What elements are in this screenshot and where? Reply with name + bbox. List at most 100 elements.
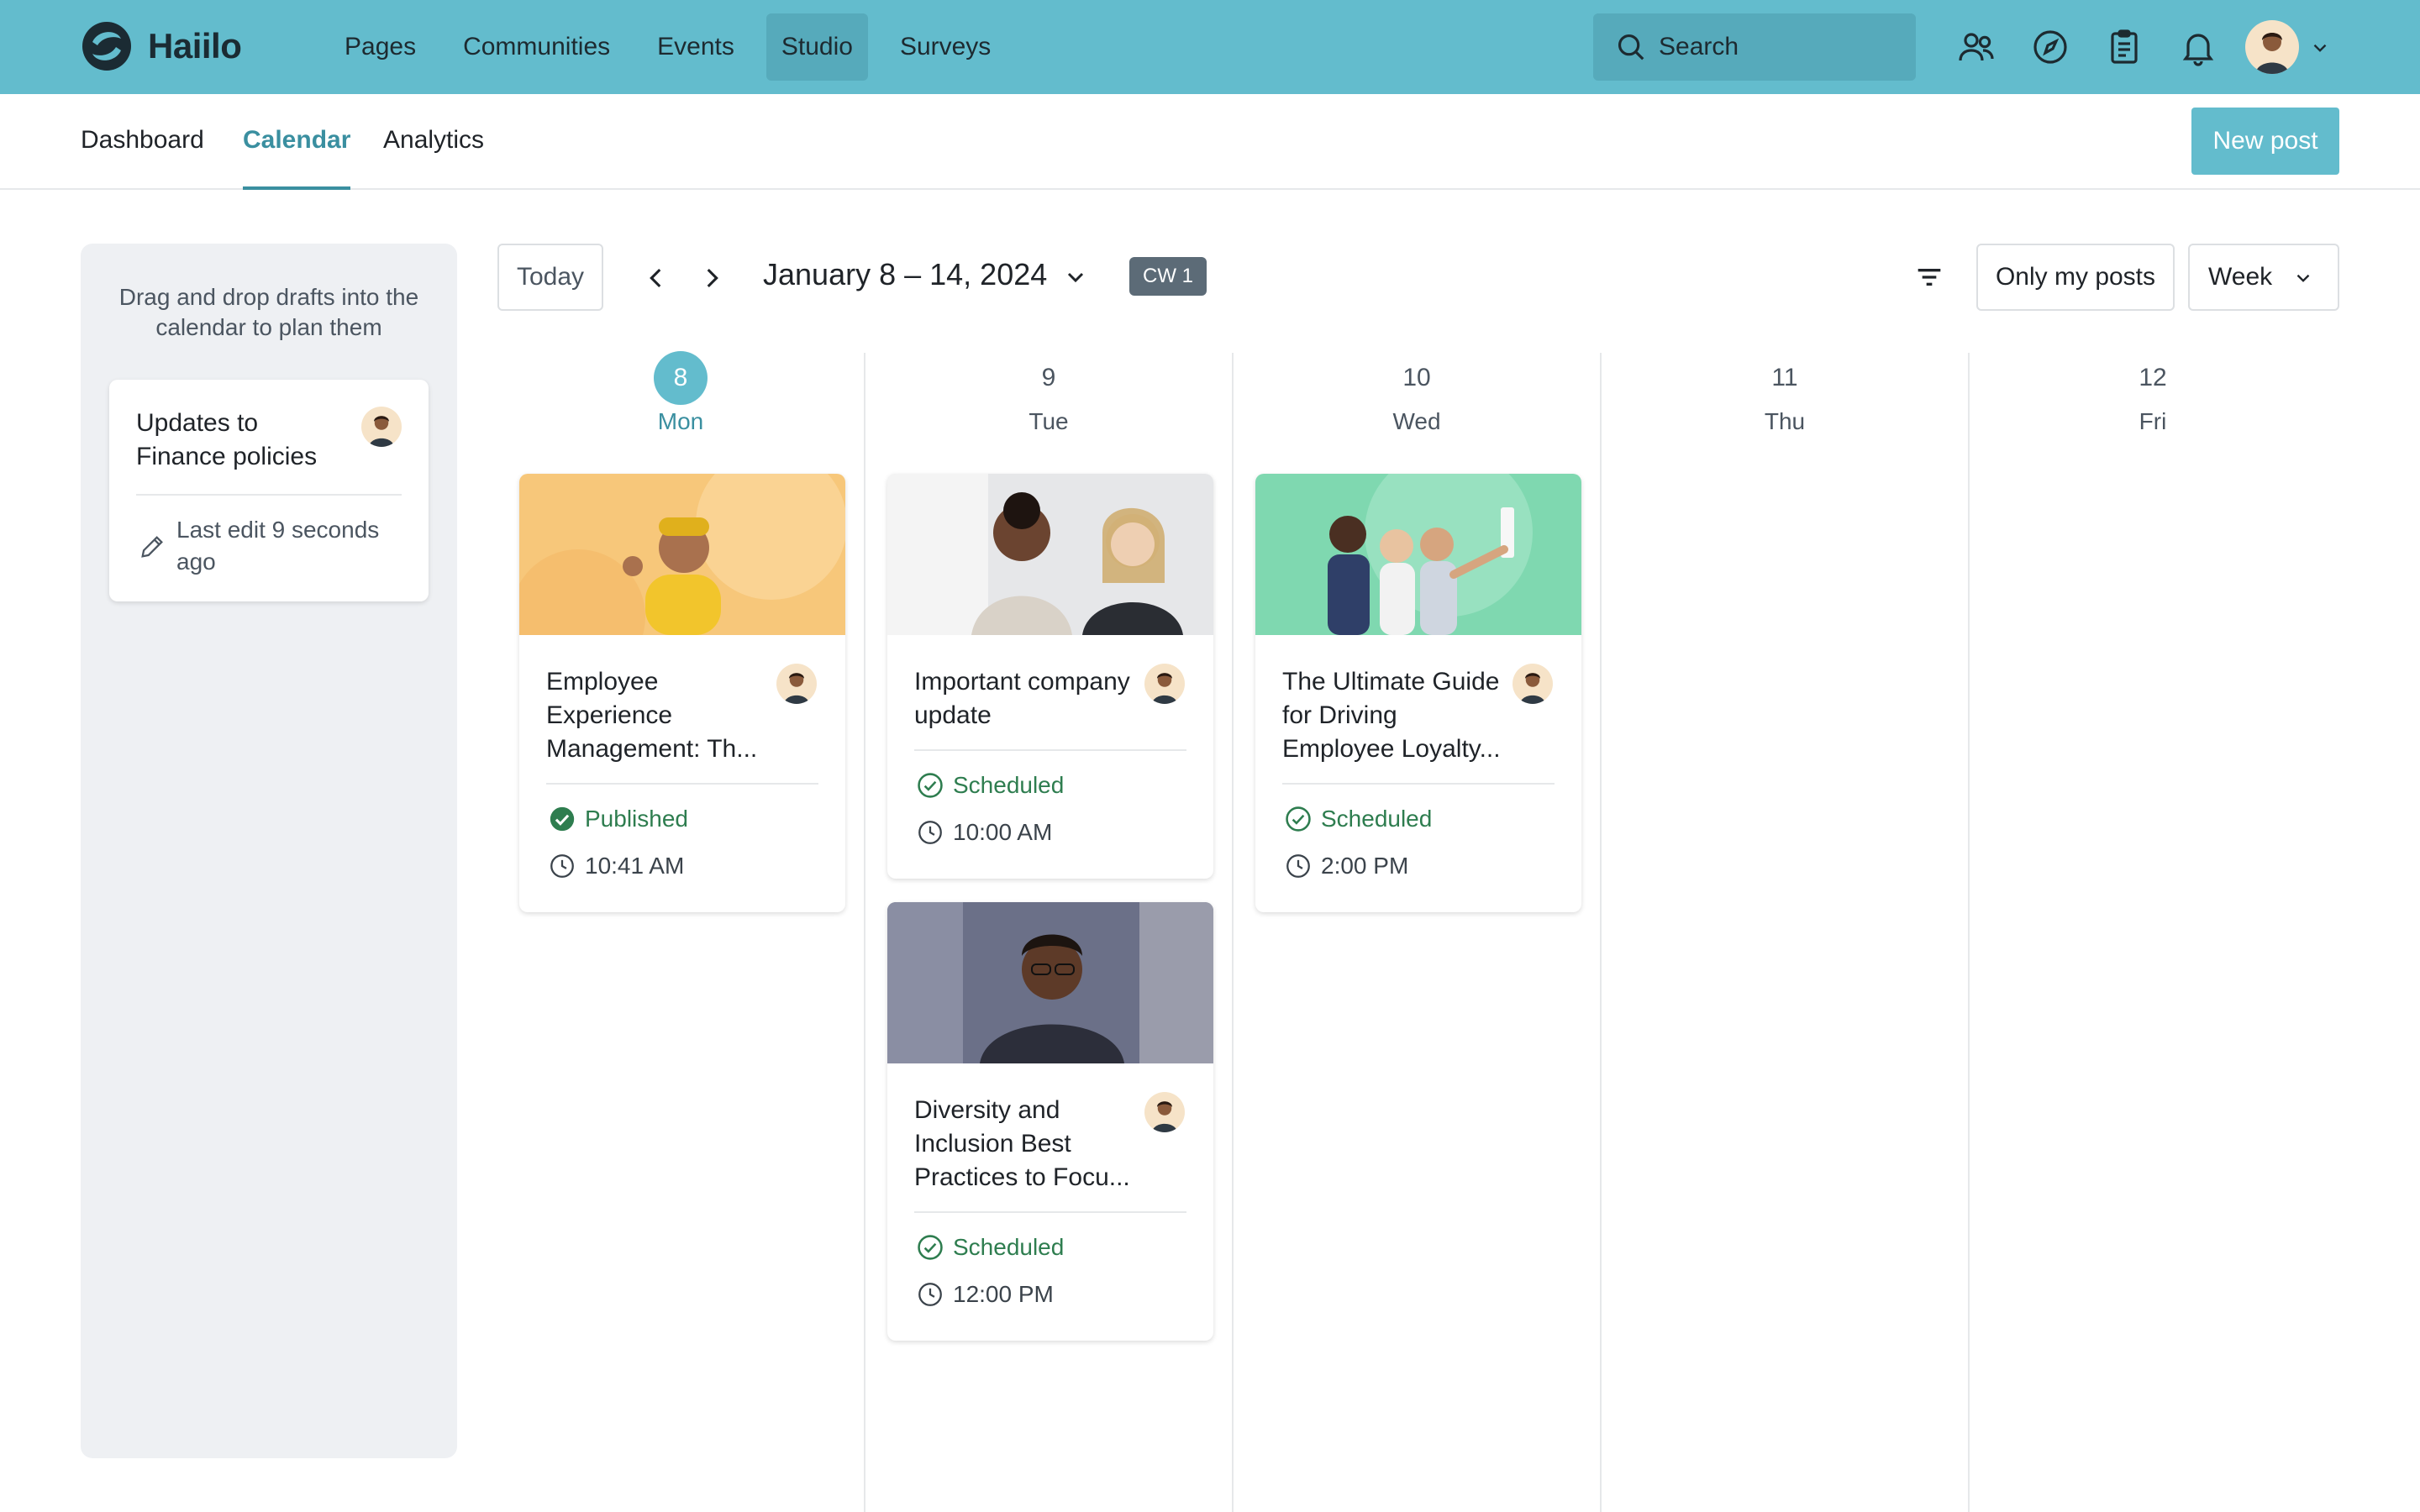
time-label: 12:00 PM: [953, 1281, 1054, 1307]
post-title: Important company update: [914, 668, 1130, 729]
day-number: 10: [1402, 364, 1431, 391]
new-post-button[interactable]: New post: [2191, 108, 2339, 175]
chevron-down-icon: [2296, 274, 2310, 282]
post-title: Employee Experience Management: Th...: [546, 668, 758, 763]
drafts-sidebar: Drag and drop drafts into the calendar t…: [81, 244, 457, 1458]
day-name: Fri: [2139, 408, 2167, 434]
clipboard-icon[interactable]: [2104, 27, 2144, 67]
app-name: Haiilo: [148, 26, 242, 66]
search-icon: [1618, 34, 1644, 60]
draft-last-edit: Last edit 9 seconds ago: [176, 517, 380, 575]
view-select[interactable]: Week: [2188, 244, 2339, 311]
logo[interactable]: Haiilo: [81, 20, 242, 72]
author-avatar: [361, 407, 402, 447]
bell-icon[interactable]: [2178, 27, 2218, 67]
author-avatar: [1144, 664, 1185, 704]
divider: [546, 783, 818, 785]
post-image: [519, 474, 845, 635]
chevron-right-icon[interactable]: [697, 264, 726, 292]
post-image: [887, 902, 1213, 1063]
status-label: Scheduled: [953, 772, 1065, 798]
chevron-down-icon[interactable]: [1062, 264, 1089, 291]
today-button[interactable]: Today: [497, 244, 603, 311]
clock-icon: [918, 821, 942, 844]
status-badge: Scheduled: [1284, 805, 1432, 833]
drafts-hint: Drag and drop drafts into the calendar t…: [118, 284, 419, 340]
post-time: 2:00 PM: [1284, 852, 1408, 880]
column-divider: [864, 353, 865, 1512]
clock-icon: [918, 1283, 942, 1306]
nav-surveys[interactable]: Surveys: [885, 13, 1006, 81]
status-label: Scheduled: [1321, 806, 1433, 832]
author-avatar: [776, 664, 817, 704]
people-icon[interactable]: [1956, 27, 1996, 67]
post-card[interactable]: Diversity and Inclusion Best Practices t…: [887, 902, 1213, 1341]
top-bar: Haiilo Pages Communities Events Studio S…: [0, 0, 2420, 94]
post-card[interactable]: Important company update Scheduled 10:00…: [887, 474, 1213, 879]
nav-studio[interactable]: Studio: [765, 13, 868, 81]
post-image: [887, 474, 1213, 635]
tab-dashboard[interactable]: Dashboard: [81, 126, 204, 190]
post-time: 12:00 PM: [916, 1280, 1054, 1309]
column-divider: [1600, 353, 1602, 1512]
check-circle-icon: [918, 773, 943, 798]
time-label: 10:41 AM: [585, 853, 685, 879]
post-card[interactable]: The Ultimate Guide for Driving Employee …: [1255, 474, 1581, 912]
day-name: Thu: [1764, 408, 1806, 434]
only-my-posts-toggle[interactable]: Only my posts: [1976, 244, 2175, 311]
post-card[interactable]: Employee Experience Management: Th... Pu…: [519, 474, 845, 912]
filter-icon[interactable]: [1912, 260, 1946, 294]
compass-icon[interactable]: [2030, 27, 2070, 67]
date-range[interactable]: January 8 – 14, 2024: [763, 257, 1047, 292]
check-circle-filled-icon: [550, 806, 575, 832]
nav-pages[interactable]: Pages: [329, 13, 431, 81]
search-input[interactable]: Search: [1593, 13, 1916, 81]
divider: [914, 1211, 1186, 1213]
chevron-down-icon[interactable]: [2309, 37, 2331, 59]
status-badge: Scheduled: [916, 771, 1064, 800]
post-title: The Ultimate Guide for Driving Employee …: [1282, 668, 1501, 763]
nav-events[interactable]: Events: [642, 13, 750, 81]
haiilo-logo-icon: [82, 22, 131, 71]
day-header-wed: 10 Wed: [1233, 351, 1601, 435]
clock-icon: [1286, 854, 1310, 878]
draft-card[interactable]: Updates to Finance policies Last edit 9 …: [109, 380, 429, 601]
status-label: Published: [585, 806, 688, 832]
day-header-thu: 11 Thu: [1601, 351, 1969, 435]
search-placeholder: Search: [1659, 33, 1739, 60]
main-nav: Pages Communities Events Studio Surveys: [329, 13, 1023, 81]
column-divider: [1968, 353, 1970, 1512]
check-circle-icon: [1286, 806, 1311, 832]
day-number: 9: [1041, 364, 1056, 391]
author-avatar: [1512, 664, 1553, 704]
chevron-left-icon[interactable]: [642, 264, 671, 292]
divider: [136, 494, 402, 496]
status-badge: Published: [548, 805, 688, 833]
day-name: Mon: [657, 408, 704, 434]
post-image: [1255, 474, 1581, 635]
tab-calendar[interactable]: Calendar: [243, 126, 351, 190]
check-circle-icon: [918, 1235, 943, 1260]
day-header-tue: 9 Tue: [865, 351, 1233, 435]
time-label: 10:00 AM: [953, 819, 1053, 845]
nav-communities[interactable]: Communities: [448, 13, 625, 81]
calendar-week-badge: CW 1: [1129, 257, 1207, 296]
day-number: 8: [654, 351, 708, 405]
time-label: 2:00 PM: [1321, 853, 1409, 879]
author-avatar: [1144, 1092, 1185, 1132]
post-time: 10:41 AM: [548, 852, 684, 880]
post-title: Diversity and Inclusion Best Practices t…: [914, 1096, 1130, 1191]
studio-subnav: Dashboard Calendar Analytics: [0, 94, 2420, 190]
pencil-icon: [141, 536, 163, 558]
divider: [1282, 783, 1555, 785]
post-time: 10:00 AM: [916, 818, 1052, 847]
status-label: Scheduled: [953, 1234, 1065, 1260]
tab-analytics[interactable]: Analytics: [383, 126, 484, 190]
day-number: 11: [1771, 364, 1798, 391]
day-number: 12: [2139, 364, 2167, 391]
day-name: Tue: [1028, 408, 1069, 434]
status-badge: Scheduled: [916, 1233, 1064, 1262]
column-divider: [1232, 353, 1234, 1512]
user-avatar[interactable]: [2245, 20, 2299, 74]
day-header-fri: 12 Fri: [1969, 351, 2337, 435]
